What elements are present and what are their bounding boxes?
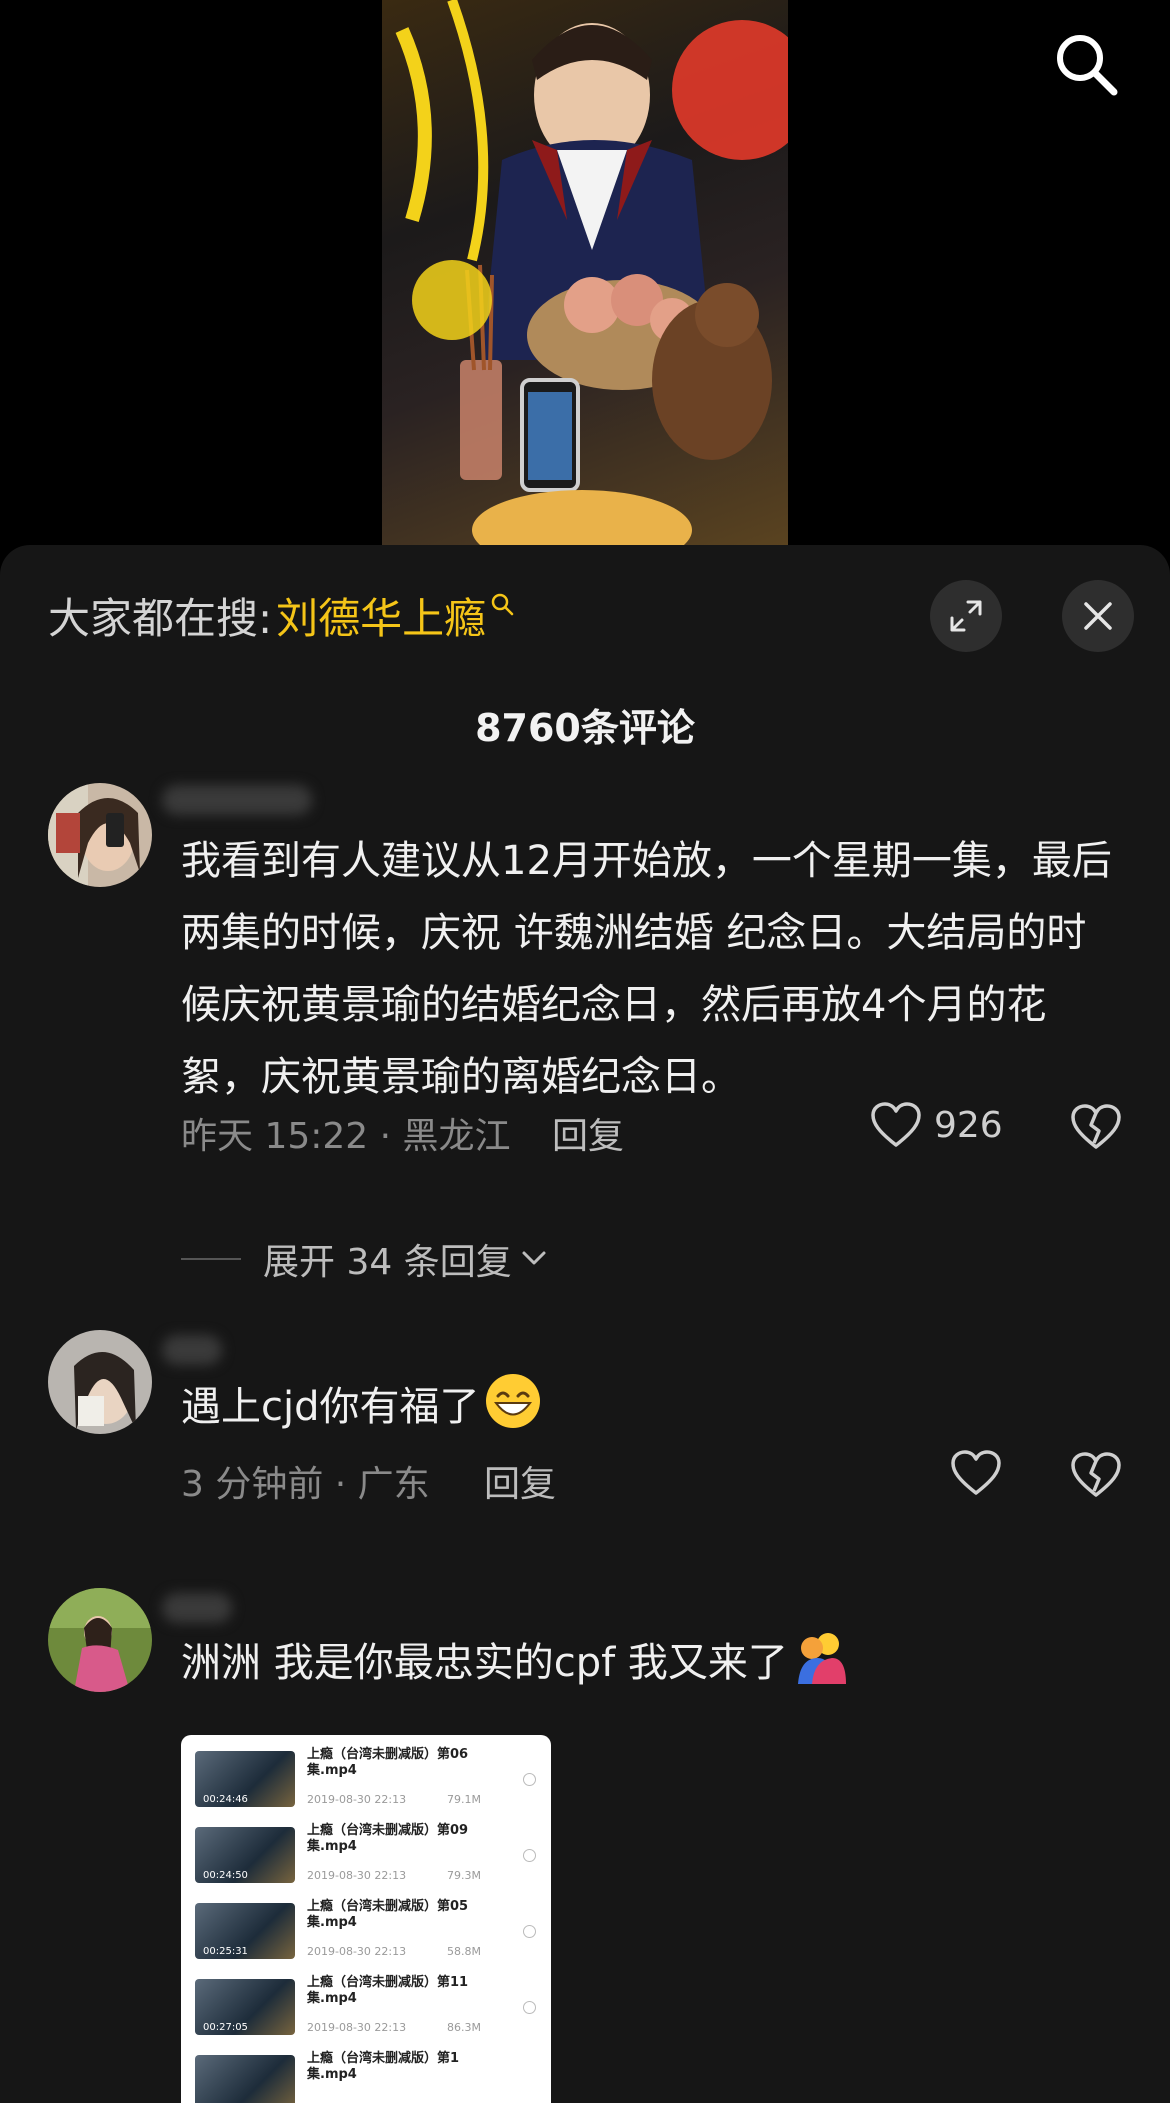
- username-blurred[interactable]: [162, 1335, 222, 1365]
- file-row: 00:24:46 上瘾（台湾未删减版）第06集.mp4 2019-08-30 2…: [191, 1745, 541, 1815]
- file-date: 2019-08-30 22:13: [307, 2021, 407, 2034]
- video-thumbnail: 00:24:50: [195, 1827, 295, 1883]
- file-duration: 00:27:05: [203, 2022, 248, 2033]
- expand-replies-label: 展开 34 条回复: [263, 1242, 512, 1283]
- video-thumbnail: [195, 2055, 295, 2103]
- file-name: 上瘾（台湾未删减版）第11集.mp4: [307, 1975, 469, 2006]
- attachment-image[interactable]: 00:24:46 上瘾（台湾未删减版）第06集.mp4 2019-08-30 2…: [181, 1735, 551, 2103]
- avatar-image: [48, 783, 152, 887]
- comment-text: 洲洲 我是你最忠实的cpf 我又来了: [181, 1627, 1121, 1699]
- file-name: 上瘾（台湾未删减版）第09集.mp4: [307, 1823, 469, 1854]
- close-sheet-button[interactable]: [1062, 580, 1134, 652]
- hot-search-bar[interactable]: 大家都在搜: 刘德华上瘾: [48, 585, 516, 646]
- file-row: 00:25:31 上瘾（台湾未删减版）第05集.mp4 2019-08-30 2…: [191, 1897, 541, 1967]
- close-icon: [1084, 602, 1112, 630]
- file-name: 上瘾（台湾未删减版）第05集.mp4: [307, 1899, 469, 1930]
- avatar-image: [48, 1330, 152, 1434]
- file-row: 00:27:05 上瘾（台湾未删减版）第11集.mp4 2019-08-30 2…: [191, 1973, 541, 2043]
- comment-meta: 昨天 15:22 · 黑龙江: [181, 1116, 511, 1157]
- file-duration: 00:24:46: [203, 1794, 248, 1805]
- hot-search-term[interactable]: 刘德华上瘾: [276, 585, 486, 646]
- heart-icon: [871, 1102, 921, 1147]
- file-row: 上瘾（台湾未删减版）第1集.mp4: [191, 2049, 541, 2103]
- file-size: 86.3M: [447, 2021, 481, 2034]
- search-button[interactable]: [1050, 28, 1122, 100]
- comment-text: 遇上cjd你有福了: [181, 1371, 1121, 1443]
- comment-sheet: 大家都在搜: 刘德华上瘾 8760条评论 我看到有人建议从12月开始放，一个星期…: [0, 545, 1170, 2103]
- video-player[interactable]: [0, 0, 1170, 545]
- heart-icon: [951, 1450, 1001, 1495]
- comment-text-body: 洲洲 我是你最忠实的cpf 我又来了: [181, 1640, 788, 1686]
- file-size: 79.1M: [447, 1793, 481, 1806]
- avatar[interactable]: [48, 783, 152, 887]
- dislike-button[interactable]: [1070, 1451, 1122, 1503]
- file-name: 上瘾（台湾未删减版）第06集.mp4: [307, 1747, 469, 1778]
- small-search-icon: [491, 593, 514, 615]
- comment-count: 8760条评论: [475, 706, 695, 750]
- grinning-emoji-icon: [485, 1374, 540, 1428]
- expand-replies-button[interactable]: 展开 34 条回复: [181, 1233, 552, 1285]
- comment-meta: 3 分钟前 · 广东: [181, 1464, 430, 1505]
- expand-icon: [950, 600, 982, 632]
- chevron-down-icon: [522, 1251, 546, 1265]
- comment-text-body: 遇上cjd你有福了: [181, 1384, 480, 1430]
- file-row: 00:24:50 上瘾（台湾未删减版）第09集.mp4 2019-08-30 2…: [191, 1821, 541, 1891]
- broken-heart-icon: [1071, 1452, 1121, 1497]
- video-frame-illustration: [395, 0, 788, 545]
- hot-search-prefix: 大家都在搜:: [48, 594, 273, 643]
- file-select-radio: [523, 1925, 536, 1938]
- file-date: 2019-08-30 22:13: [307, 1869, 407, 1882]
- reply-button[interactable]: 回复: [484, 1455, 556, 1507]
- like-button[interactable]: [950, 1449, 1002, 1497]
- username-blurred[interactable]: [162, 785, 312, 815]
- file-duration: 00:25:31: [203, 1946, 248, 1957]
- expand-sheet-button[interactable]: [930, 580, 1002, 652]
- reply-button[interactable]: 回复: [552, 1107, 624, 1159]
- avatar[interactable]: [48, 1330, 152, 1434]
- file-date: 2019-08-30 22:13: [307, 1945, 407, 1958]
- avatar[interactable]: [48, 1588, 152, 1692]
- file-size: 58.8M: [447, 1945, 481, 1958]
- video-thumbnail: 00:24:46: [195, 1751, 295, 1807]
- dislike-button[interactable]: [1070, 1103, 1122, 1155]
- file-select-radio: [523, 1849, 536, 1862]
- file-duration: 00:24:50: [203, 1870, 248, 1881]
- like-count: 926: [934, 1104, 1003, 1146]
- file-date: 2019-08-30 22:13: [307, 1793, 407, 1806]
- divider-line: [181, 1258, 241, 1260]
- broken-heart-icon: [1071, 1104, 1121, 1149]
- like-button[interactable]: 926: [870, 1101, 1003, 1149]
- video-thumbnail: 00:25:31: [195, 1903, 295, 1959]
- hugging-people-emoji-icon: [797, 1633, 846, 1684]
- file-select-radio: [523, 2001, 536, 2014]
- search-icon: [1057, 35, 1118, 96]
- video-thumbnail: 00:27:05: [195, 1979, 295, 2035]
- video-frame[interactable]: [382, 0, 788, 545]
- file-size: 79.3M: [447, 1869, 481, 1882]
- username-blurred[interactable]: [162, 1593, 232, 1623]
- comment-text: 我看到有人建议从12月开始放，一个星期一集，最后两集的时候，庆祝 许魏洲结婚 纪…: [181, 838, 1112, 1100]
- avatar-image: [48, 1588, 152, 1692]
- file-name: 上瘾（台湾未删减版）第1集.mp4: [307, 2051, 460, 2082]
- file-select-radio: [523, 1773, 536, 1786]
